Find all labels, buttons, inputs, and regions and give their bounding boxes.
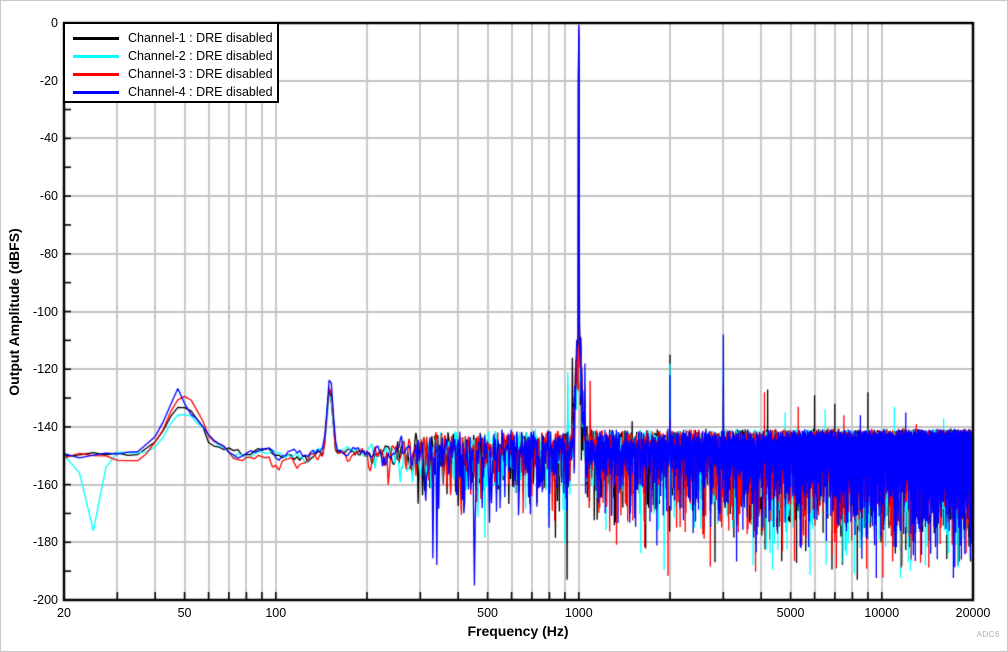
x-tick-label: 10000 [864,606,899,620]
channel-4-line-swatch [73,91,119,94]
y-tick-label: -120 [14,362,58,376]
legend-item: Channel-2 : DRE disabled [65,47,277,65]
x-tick-label: 50 [178,606,192,620]
y-tick-label: -140 [14,420,58,434]
channel-1-line-swatch [73,37,119,40]
y-tick-label: -100 [14,305,58,319]
x-axis-title: Frequency (Hz) [467,623,568,639]
y-tick-label: 0 [14,16,58,30]
legend: Channel-1 : DRE disabled Channel-2 : DRE… [63,22,279,103]
x-tick-label: 20 [57,606,71,620]
y-tick-label: -180 [14,535,58,549]
y-tick-label: -200 [14,593,58,607]
legend-item: Channel-1 : DRE disabled [65,29,277,47]
legend-item-label: Channel-3 : DRE disabled [128,67,273,81]
legend-item-label: Channel-2 : DRE disabled [128,49,273,63]
fft-spectrum-figure: Output Amplitude (dBFS) Frequency (Hz) C… [0,0,1008,652]
legend-item: Channel-3 : DRE disabled [65,65,277,83]
x-tick-label: 500 [477,606,498,620]
x-tick-label: 1000 [565,606,593,620]
watermark: ADC6 [977,630,1000,639]
x-tick-label: 100 [265,606,286,620]
x-tick-label: 5000 [777,606,805,620]
legend-item-label: Channel-4 : DRE disabled [128,85,273,99]
channel-2-line-swatch [73,55,119,58]
legend-item-label: Channel-1 : DRE disabled [128,31,273,45]
y-tick-label: -40 [14,131,58,145]
x-tick-label: 20000 [956,606,991,620]
y-tick-label: -80 [14,247,58,261]
y-tick-label: -160 [14,478,58,492]
y-tick-label: -20 [14,74,58,88]
channel-3-line-swatch [73,73,119,76]
y-tick-label: -60 [14,189,58,203]
legend-item: Channel-4 : DRE disabled [65,83,277,101]
